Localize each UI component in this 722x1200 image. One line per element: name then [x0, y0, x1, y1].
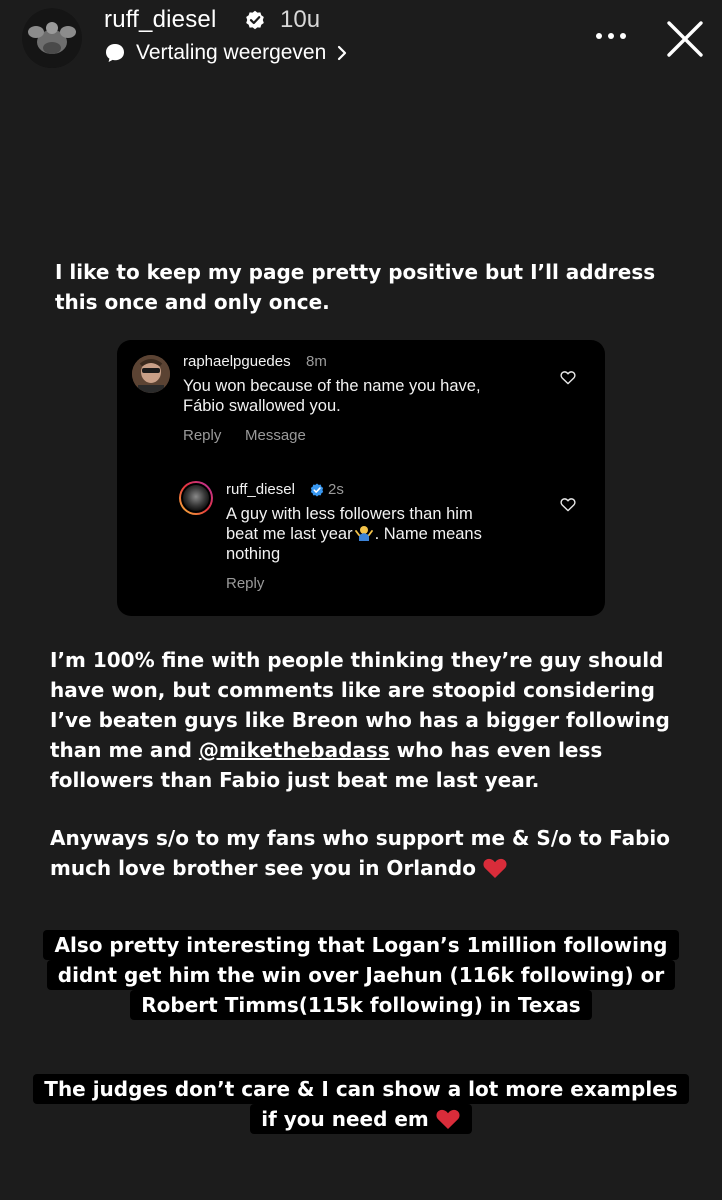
reply-time: 2s — [328, 481, 344, 498]
highlight-2-line-2-text: if you need em — [261, 1107, 429, 1131]
reply-text: A guy with less followers than him beat … — [226, 504, 546, 564]
replier-avatar — [179, 481, 213, 515]
commenter-avatar — [132, 355, 170, 393]
story-paragraph-3: Anyways s/o to my fans who support me & … — [50, 823, 700, 883]
replier-avatar-photo — [181, 483, 211, 513]
story-intro-text: I like to keep my page pretty positive b… — [55, 260, 656, 314]
reply-like-heart-outline-icon[interactable] — [560, 497, 576, 512]
reply-verified-badge-icon — [310, 483, 324, 497]
like-heart-outline-icon[interactable] — [560, 370, 576, 385]
bodybuilder-avatar-icon — [22, 8, 82, 68]
red-heart-emoji-icon — [436, 1109, 460, 1129]
highlight-1-line-3: Robert Timms(115k following) in Texas — [130, 990, 592, 1020]
mention-link[interactable]: @mikethebadass — [199, 738, 390, 762]
story-paragraph-2: I’m 100% fine with people thinking they’… — [50, 645, 700, 795]
highlight-1-line-2: didnt get him the win over Jaehun (116k … — [46, 960, 676, 990]
comment-screenshot-card: raphaelpguedes 8m You won because of the… — [117, 340, 605, 616]
red-heart-emoji-icon — [483, 858, 507, 878]
highlight-2-line-2: if you need em — [250, 1104, 472, 1134]
comment-text: You won because of the name you have, Fá… — [183, 377, 481, 415]
translate-bubble-icon — [106, 44, 124, 62]
close-icon[interactable] — [664, 18, 706, 60]
comment-message-button[interactable]: Message — [245, 427, 306, 444]
highlighted-text-block-2: The judges don’t care & I can show a lot… — [0, 1074, 722, 1134]
comment-reply-button[interactable]: Reply — [183, 427, 221, 444]
story-username[interactable]: ruff_diesel — [104, 6, 217, 34]
replier-username[interactable]: ruff_diesel — [226, 481, 295, 498]
highlighted-text-block-1: Also pretty interesting that Logan’s 1mi… — [0, 930, 722, 1020]
story-time: 10u — [280, 6, 321, 33]
shrug-emoji-icon — [354, 526, 373, 541]
chevron-right-icon — [338, 45, 347, 61]
story-header: ruff_diesel 10u Vertaling weergeven — [0, 0, 722, 80]
highlight-2-line-1: The judges don’t care & I can show a lot… — [33, 1074, 689, 1104]
commenter-photo-icon — [132, 355, 170, 393]
verified-badge-icon — [246, 10, 264, 30]
reply-reply-button[interactable]: Reply — [226, 575, 264, 592]
highlight-1-line-1: Also pretty interesting that Logan’s 1mi… — [43, 930, 679, 960]
show-translation-label: Vertaling weergeven — [136, 41, 327, 64]
show-translation-link[interactable]: Vertaling weergeven — [104, 40, 348, 66]
avatar[interactable] — [22, 8, 82, 68]
paragraph-3-text: Anyways s/o to my fans who support me & … — [50, 826, 670, 880]
commenter-username[interactable]: raphaelpguedes — [183, 353, 291, 370]
story-view: ruff_diesel 10u Vertaling weergeven I li… — [0, 0, 722, 1200]
more-options-icon[interactable] — [594, 26, 628, 46]
comment-time: 8m — [306, 353, 327, 370]
